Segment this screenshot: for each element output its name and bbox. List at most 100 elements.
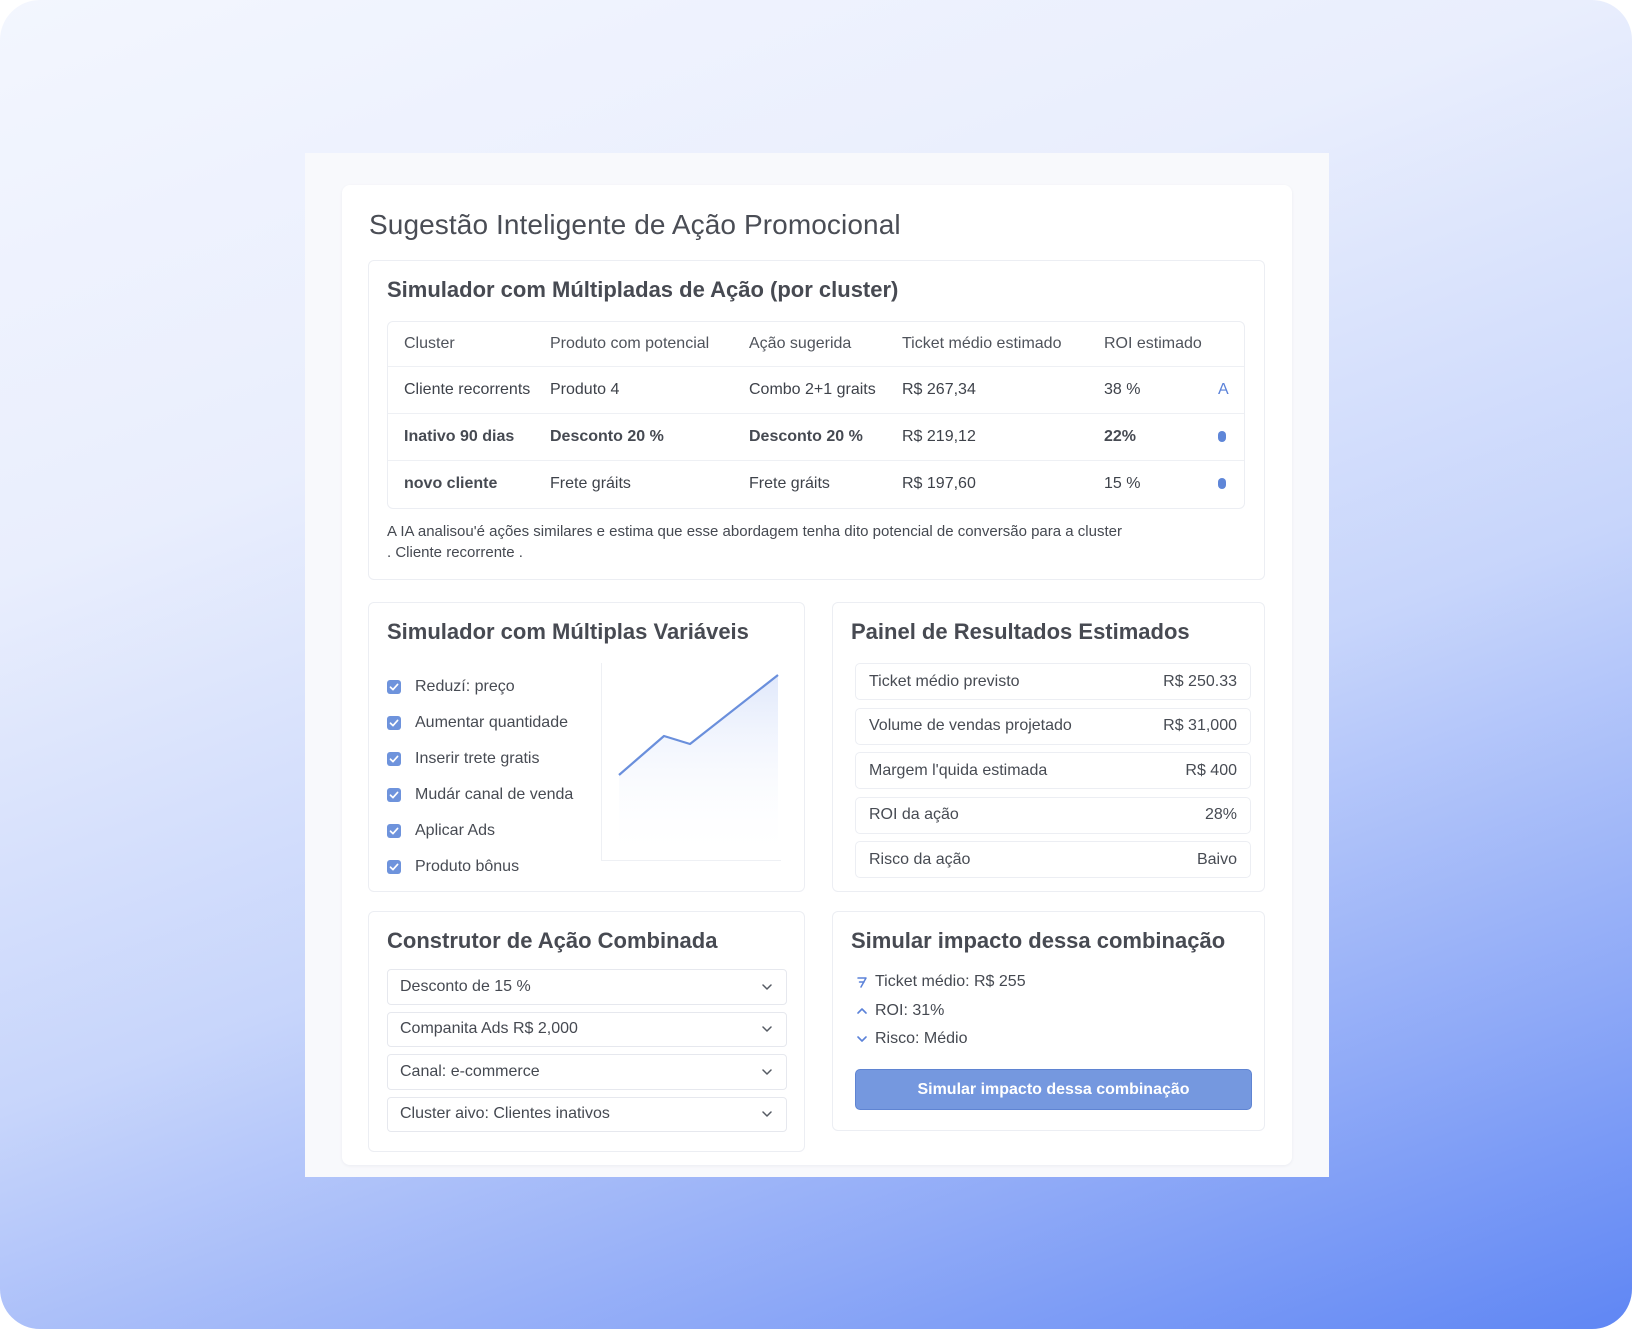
cell-roi: 38 % <box>1104 380 1141 398</box>
trend-icon <box>855 975 869 989</box>
variables-simulator-panel: Simulador com Múltiplas Variáveis Reduzí… <box>368 602 805 892</box>
cell-produto: Frete gráits <box>550 474 631 492</box>
checkbox-checked-icon[interactable] <box>387 824 401 838</box>
result-row-risco: Risco da ação Baivo <box>855 841 1251 878</box>
checkbox-inserir-frete[interactable]: Inserir trete gratis <box>387 741 573 777</box>
cluster-simulator-title: Simulador com Múltipladas de Ação (por c… <box>387 277 899 302</box>
status-dot-icon <box>1218 478 1226 489</box>
cluster-table: Cluster Produto com potencial Ação suger… <box>387 321 1245 509</box>
row-tag-a[interactable]: A <box>1218 367 1229 412</box>
checkbox-label: Reduzí: preço <box>415 678 515 695</box>
table-header-row: Cluster Produto com potencial Ação suger… <box>388 322 1244 366</box>
select-canal[interactable]: Canal: e-commerce <box>387 1054 787 1090</box>
impact-title: Simular impacto dessa combinação <box>851 928 1226 953</box>
page-background: Sugestão Inteligente de Ação Promocional… <box>0 0 1632 1329</box>
column-header-roi[interactable]: ROI estimado <box>1104 322 1202 366</box>
cell-roi: 15 % <box>1104 474 1141 492</box>
sparkline-area <box>619 675 778 861</box>
column-header-ticket[interactable]: Ticket médio estimado <box>902 322 1061 366</box>
cluster-simulator-panel: Simulador com Múltipladas de Ação (por c… <box>368 260 1265 580</box>
simulate-impact-button[interactable]: Simular impacto dessa combinação <box>855 1069 1252 1110</box>
select-value: Desconto de 15 % <box>400 977 531 995</box>
impact-item-ticket: Ticket médio: R$ 255 <box>855 968 1026 997</box>
impact-text: Ticket médio: R$ 255 <box>875 973 1026 991</box>
cell-produto: Desconto 20 % <box>550 427 664 445</box>
impact-item-roi: ROI: 31% <box>855 997 1026 1026</box>
cell-cluster: Cliente recorrents <box>404 380 531 398</box>
cell-acao: Desconto 20 % <box>749 427 863 445</box>
table-row[interactable]: novo cliente Frete gráits Frete gráits R… <box>388 460 1244 506</box>
result-label: Risco da ação <box>869 850 971 868</box>
table-row[interactable]: Inativo 90 dias Desconto 20 % Desconto 2… <box>388 413 1244 459</box>
select-value: Companita Ads R$ 2,000 <box>400 1020 578 1038</box>
results-title: Painel de Resultados Estimados <box>851 619 1190 644</box>
ai-analysis-note-line1: A IA analisou'é ações similares e estima… <box>387 523 1122 540</box>
impact-text: Risco: Médio <box>875 1030 968 1048</box>
chevron-down-icon <box>762 1026 772 1032</box>
result-row-roi: ROI da ação 28% <box>855 796 1251 834</box>
impact-list: Ticket médio: R$ 255 ROI: 31% Risco: Méd… <box>855 968 1026 1054</box>
checkbox-checked-icon[interactable] <box>387 716 401 730</box>
impact-simulation-panel: Simular impacto dessa combinação Ticket … <box>832 911 1265 1131</box>
impact-item-risco: Risco: Médio <box>855 1025 1026 1054</box>
page-title: Sugestão Inteligente de Ação Promocional <box>369 209 901 240</box>
column-header-cluster[interactable]: Cluster <box>404 322 455 366</box>
cell-ticket: R$ 219,12 <box>902 427 976 445</box>
chevron-down-icon <box>855 1032 869 1046</box>
select-campanha-ads[interactable]: Companita Ads R$ 2,000 <box>387 1011 787 1047</box>
results-list: Ticket médio previsto R$ 250.33 Volume d… <box>855 663 1251 886</box>
checkbox-checked-icon[interactable] <box>387 788 401 802</box>
checkbox-label: Inserir trete gratis <box>415 750 540 767</box>
select-value: Cluster aivo: Clientes inativos <box>400 1105 610 1123</box>
impact-text: ROI: 31% <box>875 1001 945 1019</box>
result-label: Ticket médio previsto <box>869 672 1020 690</box>
result-label: ROI da ação <box>869 806 959 823</box>
row-indicator[interactable] <box>1218 461 1226 506</box>
variables-simulator-title: Simulador com Múltiplas Variáveis <box>387 619 749 644</box>
result-row-ticket: Ticket médio previsto R$ 250.33 <box>855 663 1251 700</box>
checkbox-mudar-canal[interactable]: Mudár canal de venda <box>387 777 573 813</box>
result-value: Baivo <box>1196 850 1237 868</box>
checkbox-label: Produto bônus <box>415 858 520 875</box>
chevron-down-icon <box>762 1069 772 1075</box>
canvas: Sugestão Inteligente de Ação Promocional… <box>305 153 1329 1177</box>
main-card: Sugestão Inteligente de Ação Promocional… <box>342 185 1292 1165</box>
action-builder-panel: Construtor de Ação Combinada Desconto de… <box>368 911 805 1152</box>
builder-selects: Desconto de 15 % Companita Ads R$ 2,000 … <box>387 969 787 1139</box>
checkbox-label: Mudár canal de venda <box>415 786 574 803</box>
table-row[interactable]: Cliente recorrents Produto 4 Combo 2+1 g… <box>388 366 1244 412</box>
result-label: Margem l'quida estimada <box>869 761 1048 779</box>
chevron-up-icon <box>855 1004 869 1018</box>
select-cluster-alvo[interactable]: Cluster aivo: Clientes inativos <box>387 1096 787 1132</box>
checkbox-produto-bonus[interactable]: Produto bônus <box>387 849 573 885</box>
cell-roi: 22% <box>1104 427 1137 445</box>
checkbox-reduzir-preco[interactable]: Reduzí: preço <box>387 669 573 705</box>
cell-cluster: Inativo 90 dias <box>404 427 515 445</box>
checkbox-checked-icon[interactable] <box>387 680 401 694</box>
result-value: R$ 31,000 <box>1163 717 1237 734</box>
column-header-produto[interactable]: Produto com potencial <box>550 322 709 366</box>
action-builder-title: Construtor de Ação Combinada <box>387 928 718 953</box>
result-value: R$ 400 <box>1185 761 1237 779</box>
checkbox-aplicar-ads[interactable]: Aplicar Ads <box>387 813 573 849</box>
chevron-down-icon <box>762 984 772 990</box>
cell-produto: Produto 4 <box>550 380 620 398</box>
results-panel: Painel de Resultados Estimados Ticket mé… <box>832 602 1265 892</box>
result-value: 28% <box>1204 806 1237 823</box>
checkbox-label: Aplicar Ads <box>415 822 496 839</box>
trend-sparkline <box>601 663 781 861</box>
ai-analysis-note: A IA analisou'é ações similares e estima… <box>387 521 1217 563</box>
cell-ticket: R$ 197,60 <box>902 474 976 492</box>
checkbox-checked-icon[interactable] <box>387 860 401 874</box>
cell-acao: Frete gráits <box>749 474 830 492</box>
select-desconto[interactable]: Desconto de 15 % <box>387 969 787 1005</box>
column-header-acao[interactable]: Ação sugerida <box>749 322 851 366</box>
cell-cluster: novo cliente <box>404 474 498 492</box>
cell-ticket: R$ 267,34 <box>902 380 976 398</box>
checkbox-aumentar-quantidade[interactable]: Aumentar quantidade <box>387 705 573 741</box>
chevron-down-icon <box>762 1111 772 1117</box>
sparkline-svg <box>618 674 779 861</box>
checkbox-checked-icon[interactable] <box>387 752 401 766</box>
row-indicator[interactable] <box>1218 414 1226 459</box>
variables-checklist: Reduzí: preço Aumentar quantidade Inseri… <box>387 669 573 885</box>
